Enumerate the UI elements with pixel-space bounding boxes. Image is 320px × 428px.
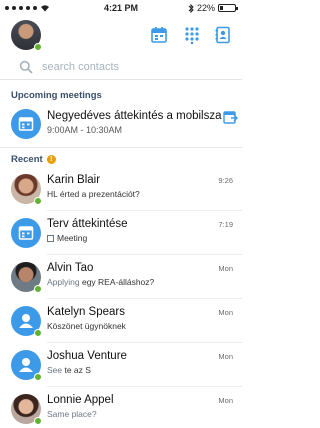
battery-icon: [218, 4, 238, 12]
presence-indicator: [34, 329, 42, 337]
message-preview: HL érted a prezentációt?: [47, 189, 140, 199]
search-icon: [19, 60, 33, 74]
search-input[interactable]: [42, 58, 222, 76]
recent-item[interactable]: Joshua Venture See te az S Mon: [0, 343, 242, 387]
status-bar: 4:21 PM 22%: [0, 0, 242, 18]
message-preview: See te az S: [47, 365, 91, 375]
timestamp: 9:26: [218, 176, 233, 185]
meeting-time: 9:00AM - 10:30AM: [47, 125, 123, 135]
preview-text: Köszönet ügynöknek: [47, 321, 126, 331]
contact-name: Karin Blair: [47, 174, 101, 186]
message-preview: Köszönet ügynöknek: [47, 321, 126, 331]
timestamp: Mon: [218, 396, 233, 405]
preview-text: egy REA-álláshoz?: [79, 277, 155, 287]
recent-heading: Recent!: [11, 154, 56, 165]
contact-name: Lonnie Appel: [47, 394, 114, 406]
recent-item[interactable]: Karin Blair HL érted a prezentációt? 9:26: [0, 167, 242, 211]
preview-lead: See: [47, 365, 63, 375]
timestamp: Mon: [218, 264, 233, 273]
contacts-book-icon[interactable]: [214, 26, 232, 44]
battery-percent: 22%: [196, 3, 215, 13]
meeting-avatar[interactable]: [11, 218, 41, 248]
contact-avatar[interactable]: [11, 262, 42, 293]
preview-text: HL érted a prezentációt?: [47, 189, 140, 199]
recent-heading-label: Recent: [11, 154, 43, 165]
dialpad-icon[interactable]: [183, 26, 201, 44]
timestamp: Mon: [218, 352, 233, 361]
contact-name: Joshua Venture: [47, 350, 127, 362]
upcoming-meetings-heading: Upcoming meetings: [11, 90, 102, 101]
message-preview: Applying egy REA-álláshoz?: [47, 277, 154, 287]
recent-item[interactable]: Katelyn Spears Köszönet ügynöknek Mon: [0, 299, 242, 343]
timestamp: 7:19: [218, 220, 233, 229]
preview-lead: Applying: [47, 277, 80, 287]
section-divider: [0, 147, 242, 148]
preview-text: te az S: [62, 365, 91, 375]
alert-badge: !: [46, 155, 56, 164]
recent-item[interactable]: Terv áttekintése Meeting 7:19: [0, 211, 242, 255]
presence-indicator: [34, 43, 42, 51]
calendar-icon: [18, 226, 34, 240]
app-header: [0, 18, 242, 52]
message-preview: Same place?: [47, 409, 97, 419]
message-preview: Meeting: [47, 233, 87, 243]
presence-indicator: [34, 197, 42, 205]
preview-text: Meeting: [57, 233, 88, 243]
bluetooth-icon: [188, 3, 194, 13]
my-avatar[interactable]: [11, 20, 42, 51]
calendar-icon[interactable]: [150, 26, 168, 44]
contact-avatar[interactable]: [11, 350, 42, 381]
recent-item[interactable]: Lonnie Appel Same place? Mon: [0, 387, 242, 428]
preview-lead: Same place?: [47, 409, 97, 419]
meeting-title[interactable]: Negyedéves áttekintés a mobilszapattól: [47, 110, 222, 122]
presence-indicator: [34, 417, 42, 425]
meeting-small-icon: [47, 235, 54, 242]
contact-avatar[interactable]: [11, 306, 42, 337]
timestamp: Mon: [218, 308, 233, 317]
contact-name: Alvin Tao: [47, 262, 94, 274]
meeting-avatar[interactable]: [11, 109, 41, 139]
recent-item[interactable]: Alvin Tao Applying egy REA-álláshoz? Mon: [0, 255, 242, 299]
contact-avatar[interactable]: [11, 394, 42, 425]
presence-indicator: [34, 285, 42, 293]
contact-name: Katelyn Spears: [47, 306, 125, 318]
presence-indicator: [34, 373, 42, 381]
contact-avatar[interactable]: [11, 174, 42, 205]
contact-name: Terv áttekintése: [47, 218, 128, 230]
status-right: 22%: [188, 3, 238, 13]
join-meeting-icon[interactable]: [222, 109, 238, 125]
search-bar: [0, 56, 242, 80]
calendar-icon: [18, 117, 34, 131]
